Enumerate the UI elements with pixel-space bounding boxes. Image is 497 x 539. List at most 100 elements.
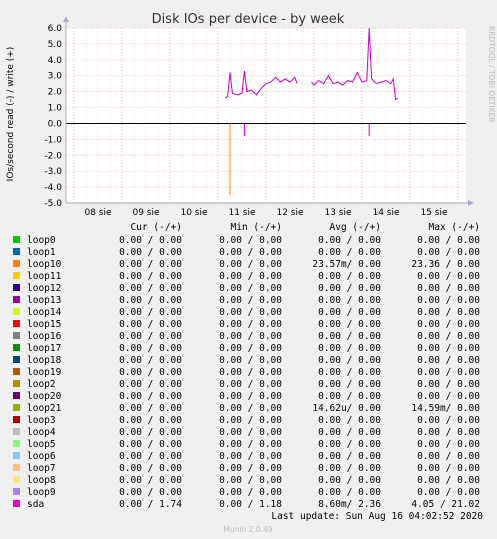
legend-value: 0.00 / 0.00 (219, 307, 282, 318)
legend-value: 0.00 / 0.00 (417, 355, 480, 366)
legend-value: 0.00 / 0.00 (119, 319, 182, 330)
munin-version: Munin 2.0.49 (223, 525, 272, 534)
legend-value: 0.00 / 0.00 (219, 331, 282, 342)
y-tick-label: 2.0 (48, 88, 63, 98)
legend-value: 0.00 / 0.00 (119, 235, 182, 246)
legend-value: 0.00 / 0.00 (318, 439, 381, 450)
y-tick-label: 6.0 (48, 24, 63, 34)
legend-value: 0.00 / 0.00 (417, 295, 480, 306)
legend-name: loop17 (27, 343, 61, 354)
legend-value: 0.00 / 0.00 (219, 235, 282, 246)
legend-value: 0.00 / 0.00 (219, 427, 282, 438)
legend-value: 0.00 / 0.00 (417, 367, 480, 378)
legend-name: loop12 (27, 283, 61, 294)
legend-value: 0.00 / 0.00 (417, 343, 480, 354)
legend-value: 0.00 / 0.00 (119, 415, 182, 426)
legend-name: loop9 (27, 487, 56, 498)
chart: Disk IOs per device - by week RRDTOOL / … (6, 12, 496, 534)
legend-swatch (13, 272, 20, 279)
legend-value: 0.00 / 0.00 (417, 415, 480, 426)
legend-swatch (13, 368, 20, 375)
legend-value: 0.00 / 0.00 (219, 379, 282, 390)
legend-value: 0.00 / 0.00 (318, 379, 381, 390)
legend-name: loop1 (27, 247, 56, 258)
legend-value: 0.00 / 0.00 (318, 271, 381, 282)
x-tick-label: 12 sie (276, 208, 304, 218)
legend-value: 0.00 / 0.00 (318, 247, 381, 258)
legend-value: 14.62u/ 0.00 (312, 403, 381, 414)
legend-value: 0.00 / 0.00 (119, 367, 182, 378)
legend-value: 0.00 / 0.00 (119, 271, 182, 282)
legend-value: 23.57m/ 0.00 (312, 259, 381, 270)
table-header: Cur (-/+) (131, 222, 182, 233)
x-tick-label: 09 sie (132, 208, 160, 218)
legend-value: 0.00 / 1.74 (119, 499, 182, 510)
legend-name: loop16 (27, 331, 62, 342)
legend-value: 0.00 / 0.00 (318, 319, 381, 330)
y-tick-label: -2.0 (44, 151, 62, 161)
legend-value: 0.00 / 0.00 (417, 307, 480, 318)
x-ticks: 08 sie 09 sie 10 sie 11 sie 12 sie 13 sie 14 s… (84, 208, 448, 218)
legend-value: 0.00 / 0.00 (119, 427, 182, 438)
legend-name: loop19 (27, 367, 62, 378)
legend-name: loop20 (27, 391, 62, 402)
legend-value: 0.00 / 0.00 (417, 283, 480, 294)
legend-value: 0.00 / 0.00 (119, 283, 182, 294)
legend-value: 0.00 / 0.00 (119, 307, 182, 318)
x-tick-label: 13 sie (324, 208, 352, 218)
legend-name: loop14 (27, 307, 62, 318)
legend-name: sda (27, 499, 44, 510)
legend-name: loop18 (27, 355, 62, 366)
legend-name: loop4 (27, 427, 56, 438)
legend-value: 0.00 / 0.00 (417, 379, 480, 390)
legend-value: 0.00 / 0.00 (219, 319, 282, 330)
table-header: Avg (-/+) (330, 222, 381, 233)
legend-value: 0.00 / 0.00 (119, 247, 182, 258)
legend-value: 0.00 / 0.00 (318, 343, 381, 354)
x-tick-label: 10 sie (180, 208, 208, 218)
legend-value: 0.00 / 0.00 (219, 295, 282, 306)
x-tick-label: 14 sie (372, 208, 400, 218)
legend-swatch (13, 488, 20, 495)
legend-value: 0.00 / 0.00 (318, 415, 381, 426)
legend-swatch (13, 404, 20, 411)
legend-value: 0.00 / 0.00 (119, 475, 182, 486)
legend-value: 0.00 / 0.00 (119, 343, 182, 354)
legend-value: 0.00 / 0.00 (119, 295, 182, 306)
legend-name: loop21 (27, 403, 62, 414)
legend-value: 0.00 / 0.00 (119, 451, 182, 462)
x-tick-label: 15 sie (420, 208, 448, 218)
legend-value: 0.00 / 0.00 (119, 391, 182, 402)
legend-swatch (13, 392, 20, 399)
legend-name: loop11 (27, 271, 62, 282)
legend-name: loop7 (27, 463, 56, 474)
legend-table: Cur (-/+) Min (-/+) Avg (-/+) Max (-/+) loop… (13, 222, 480, 510)
legend-value: 0.00 / 0.00 (119, 379, 182, 390)
legend-swatch (13, 236, 20, 243)
legend-value: 0.00 / 0.00 (219, 403, 282, 414)
legend-value: 0.00 / 0.00 (417, 319, 480, 330)
legend-value: 0.00 / 0.00 (119, 355, 182, 366)
legend-swatch (13, 416, 20, 423)
chart-title: Disk IOs per device - by week (152, 12, 345, 27)
legend-swatch (13, 308, 20, 315)
legend-value: 0.00 / 0.00 (318, 475, 381, 486)
legend-swatch (13, 284, 20, 291)
legend-value: 0.00 / 0.00 (219, 367, 282, 378)
legend-value: 0.00 / 0.00 (318, 283, 381, 294)
legend-swatch (13, 356, 20, 363)
legend-value: 0.00 / 0.00 (219, 463, 282, 474)
table-header: Max (-/+) (429, 222, 480, 233)
legend-swatch (13, 248, 20, 255)
legend-swatch (13, 296, 20, 303)
legend-value: 0.00 / 0.00 (219, 247, 282, 258)
legend-value: 0.00 / 0.00 (318, 367, 381, 378)
legend-value: 0.00 / 0.00 (119, 403, 182, 414)
legend-value: 0.00 / 0.00 (417, 427, 480, 438)
legend-value: 14.59m/ 0.00 (411, 403, 480, 414)
y-tick-label: 5.0 (48, 40, 63, 50)
legend-value: 0.00 / 0.00 (219, 475, 282, 486)
y-ticks: -5.0 -4.0 -3.0 -2.0 -1.0 0.0 1.0 2.0 3.0 4.0 5.0 6.… (44, 24, 62, 209)
x-tick-label: 11 sie (228, 208, 256, 218)
legend-value: 0.00 / 0.00 (318, 295, 381, 306)
